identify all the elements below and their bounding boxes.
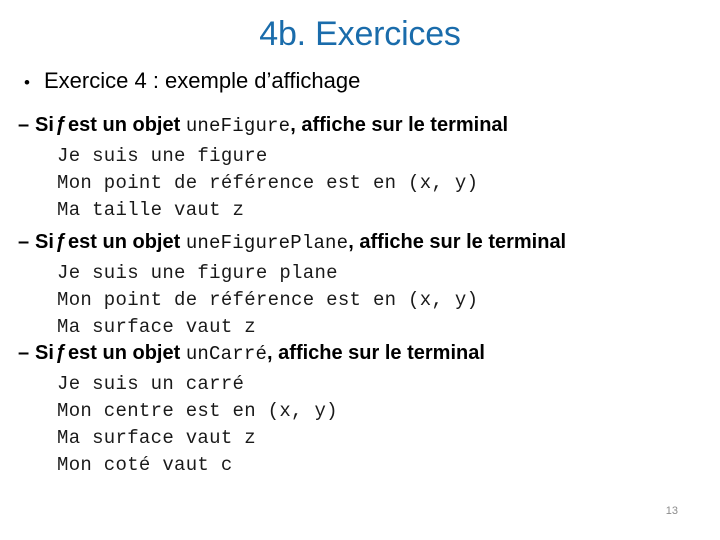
heading-variable: ƒ	[54, 342, 67, 364]
dash-marker-icon: –	[18, 231, 30, 253]
bullet-label: Exercice 4 : exemple d’affichage	[44, 68, 361, 93]
dash-marker-icon: –	[18, 342, 30, 364]
terminal-line: Ma taille vaut z	[57, 199, 245, 221]
heading-prefix: Si	[35, 114, 54, 136]
slide-canvas: 4b. Exercices • Exercice 4 : exemple d’a…	[0, 0, 720, 540]
heading-prefix: Si	[35, 231, 54, 253]
terminal-line: Ma surface vaut z	[57, 427, 256, 449]
block-heading: – Siƒ est un objet uneFigurePlane, affich…	[18, 228, 718, 258]
class-name: uneFigure	[185, 115, 291, 137]
terminal-line: Je suis une figure plane	[57, 262, 338, 284]
dash-marker-icon: –	[18, 114, 30, 136]
heading-suffix: , affiche sur le terminal	[348, 231, 567, 253]
page-number: 13	[665, 505, 678, 517]
terminal-output: Je suis un carré Mon centre est en (x, y…	[18, 371, 718, 479]
class-name: unCarré	[185, 343, 268, 365]
terminal-output: Je suis une figure Mon point de référenc…	[18, 143, 718, 224]
terminal-line: Mon centre est en (x, y)	[57, 400, 338, 422]
terminal-line: Je suis un carré	[57, 373, 245, 395]
heading-middle: est un objet	[68, 231, 181, 253]
class-name: uneFigurePlane	[185, 232, 349, 254]
block-heading-text: Siƒ est un objet	[35, 339, 186, 368]
terminal-line: Mon point de référence est en (x, y)	[57, 172, 479, 194]
terminal-output: Je suis une figure plane Mon point de ré…	[18, 260, 718, 341]
heading-variable: ƒ	[54, 231, 67, 253]
terminal-line: Ma surface vaut z	[57, 316, 256, 338]
block-heading: – Siƒ est un objet uneFigure, affiche sur…	[18, 111, 718, 141]
block-heading: – Siƒ est un objet unCarré, affiche sur l…	[18, 339, 718, 369]
terminal-line: Je suis une figure	[57, 145, 268, 167]
terminal-line: Mon point de référence est en (x, y)	[57, 289, 479, 311]
page-title: 4b. Exercices	[259, 15, 461, 53]
bullet-exercice: • Exercice 4 : exemple d’affichage	[18, 66, 708, 98]
exercise-block: – Siƒ est un objet uneFigurePlane, affich…	[18, 228, 718, 341]
heading-middle: est un objet	[68, 114, 181, 136]
heading-suffix: , affiche sur le terminal	[267, 342, 485, 364]
heading-suffix: , affiche sur le terminal	[290, 114, 509, 136]
block-heading-text: Siƒ est un objet	[35, 228, 186, 257]
heading-middle: est un objet	[68, 342, 181, 364]
exercise-block: – Siƒ est un objet uneFigure, affiche sur…	[18, 111, 718, 224]
heading-variable: ƒ	[54, 114, 67, 136]
terminal-line: Mon coté vaut c	[57, 454, 233, 476]
exercise-block: – Siƒ est un objet unCarré, affiche sur l…	[18, 339, 718, 479]
bullet-marker-icon: •	[24, 73, 30, 92]
heading-prefix: Si	[35, 342, 54, 364]
block-heading-text: Siƒ est un objet	[35, 111, 186, 140]
